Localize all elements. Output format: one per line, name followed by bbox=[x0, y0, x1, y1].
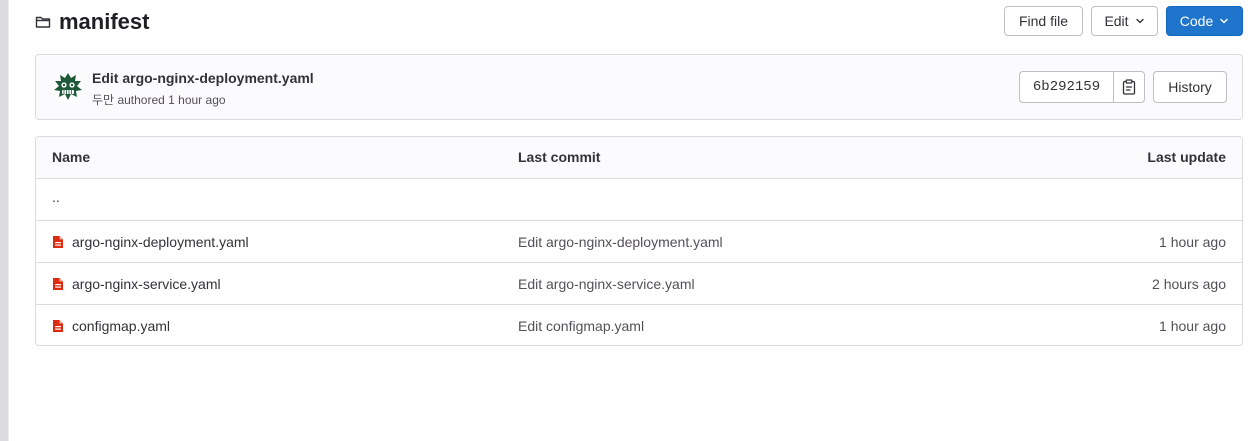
yaml-file-icon bbox=[53, 236, 63, 248]
file-commit-link[interactable]: Edit argo-nginx-service.yaml bbox=[518, 276, 695, 292]
commit-meta: 두만 authored 1 hour ago bbox=[92, 91, 226, 108]
chevron-down-icon bbox=[1220, 18, 1228, 24]
clipboard-icon bbox=[1122, 79, 1136, 95]
file-tree-table: Name Last commit Last update .. argo-ngi… bbox=[35, 136, 1243, 346]
parent-directory-row[interactable]: .. bbox=[36, 179, 1242, 221]
table-row[interactable]: argo-nginx-service.yaml Edit argo-nginx-… bbox=[36, 263, 1242, 305]
commit-author[interactable]: 두만 bbox=[92, 93, 114, 107]
file-commit-link[interactable]: Edit argo-nginx-deployment.yaml bbox=[518, 234, 723, 250]
edit-dropdown-button[interactable]: Edit bbox=[1091, 6, 1158, 36]
file-name-cell[interactable]: argo-nginx-service.yaml bbox=[52, 276, 221, 292]
file-commit-link[interactable]: Edit configmap.yaml bbox=[518, 318, 644, 334]
history-button[interactable]: History bbox=[1153, 71, 1227, 103]
file-updated-time: 1 hour ago bbox=[1159, 318, 1226, 334]
commit-sha-group: 6b292159 bbox=[1019, 71, 1145, 103]
file-name-link[interactable]: argo-nginx-service.yaml bbox=[72, 276, 221, 292]
file-updated-time: 1 hour ago bbox=[1159, 234, 1226, 250]
code-label: Code bbox=[1179, 13, 1214, 29]
commit-time: 1 hour ago bbox=[168, 93, 226, 107]
file-name-link[interactable]: argo-nginx-deployment.yaml bbox=[72, 234, 249, 250]
edit-label: Edit bbox=[1104, 13, 1129, 29]
find-file-label: Find file bbox=[1018, 13, 1069, 29]
author-avatar[interactable] bbox=[52, 71, 84, 103]
left-scroll-rail bbox=[0, 0, 8, 441]
file-name-link[interactable]: configmap.yaml bbox=[72, 318, 170, 334]
authored-text: authored bbox=[117, 93, 165, 107]
history-label: History bbox=[1168, 79, 1212, 95]
table-header: Name Last commit Last update bbox=[36, 137, 1242, 179]
table-row[interactable]: configmap.yaml Edit configmap.yaml 1 hou… bbox=[36, 305, 1242, 345]
yaml-file-icon bbox=[53, 278, 63, 290]
chevron-down-icon bbox=[1135, 18, 1144, 24]
table-row[interactable]: argo-nginx-deployment.yaml Edit argo-ngi… bbox=[36, 221, 1242, 263]
column-header-name: Name bbox=[52, 149, 91, 165]
last-commit-panel: Edit argo-nginx-deployment.yaml 두만 autho… bbox=[35, 54, 1243, 120]
parent-directory-link[interactable]: .. bbox=[52, 189, 60, 205]
code-dropdown-button[interactable]: Code bbox=[1166, 6, 1243, 36]
page-header: manifest Find file Edit Code bbox=[35, 6, 1243, 38]
folder-icon bbox=[35, 16, 51, 28]
column-header-last-update: Last update bbox=[1147, 149, 1226, 165]
file-name-cell[interactable]: argo-nginx-deployment.yaml bbox=[52, 234, 249, 250]
find-file-button[interactable]: Find file bbox=[1004, 6, 1083, 36]
column-header-last-commit: Last commit bbox=[518, 149, 601, 165]
file-name-cell[interactable]: configmap.yaml bbox=[52, 318, 170, 334]
page-title: manifest bbox=[59, 9, 150, 34]
yaml-file-icon bbox=[53, 320, 63, 332]
left-rail-edge bbox=[8, 0, 9, 441]
commit-sha[interactable]: 6b292159 bbox=[1019, 71, 1113, 103]
file-updated-time: 2 hours ago bbox=[1152, 276, 1226, 292]
commit-title-link[interactable]: Edit argo-nginx-deployment.yaml bbox=[92, 70, 314, 86]
copy-sha-button[interactable] bbox=[1113, 71, 1145, 103]
